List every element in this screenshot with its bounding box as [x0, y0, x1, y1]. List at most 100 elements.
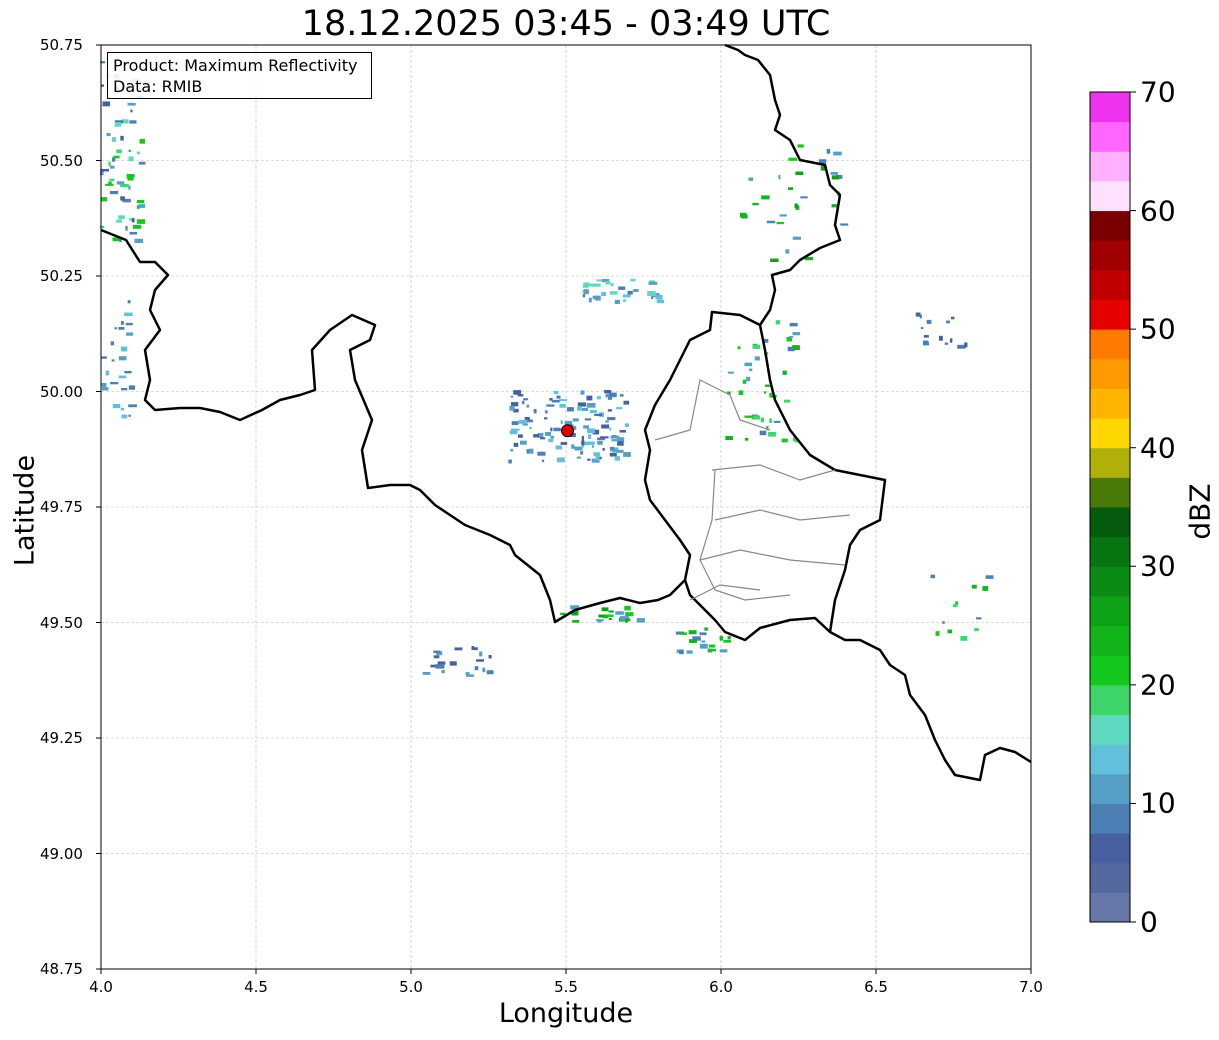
admin-boundary: [689, 584, 761, 601]
echo-cell: [769, 392, 772, 398]
echo-cell: [510, 402, 519, 407]
echo-cell: [611, 439, 619, 442]
echo-cell: [581, 435, 584, 441]
echo-cell: [679, 649, 684, 655]
echo-cell: [749, 368, 753, 372]
echo-cell: [622, 294, 631, 298]
echo-cell: [522, 400, 525, 405]
colorbar-swatch: [1090, 625, 1130, 656]
echo-cell: [118, 326, 125, 330]
echo-cell: [120, 407, 124, 411]
echo-cell: [923, 335, 929, 338]
echo-cell: [576, 456, 581, 459]
y-tick-label: 49.50: [40, 613, 83, 632]
echo-cell: [529, 448, 534, 454]
echo-cell: [689, 639, 697, 643]
echo-cell: [974, 628, 979, 632]
echo-cell: [517, 394, 524, 397]
colorbar-swatch: [1090, 507, 1130, 538]
echo-cell: [768, 431, 776, 437]
x-tick-label: 6.0: [709, 978, 733, 996]
echo-cell: [106, 133, 111, 137]
colorbar-swatch: [1090, 803, 1130, 834]
colorbar-swatch: [1090, 892, 1130, 923]
colorbar-swatch: [1090, 418, 1130, 449]
echo-cell: [592, 283, 601, 287]
echo-cell: [615, 611, 624, 615]
echo-cell: [526, 404, 530, 408]
colorbar-swatch: [1090, 447, 1130, 478]
colorbar-swatch: [1090, 388, 1130, 419]
colorbar-swatch: [1090, 833, 1130, 864]
x-tick-label: 4.5: [244, 978, 268, 996]
colorbar-swatch: [1090, 773, 1130, 804]
echo-cell: [754, 356, 760, 361]
echo-cell: [625, 612, 634, 617]
echo-cell: [126, 173, 134, 179]
echo-cell: [128, 414, 131, 417]
echo-cell: [708, 648, 716, 652]
echo-cell: [919, 314, 922, 319]
echo-cell: [581, 407, 589, 411]
echo-cell: [586, 403, 596, 408]
echo-cell: [111, 157, 116, 162]
echo-cell: [788, 157, 798, 161]
echo-cell: [114, 327, 117, 330]
echo-cell: [540, 437, 546, 440]
echo-cell: [636, 618, 645, 623]
gridlines: [96, 44, 1032, 974]
echo-cell: [595, 455, 600, 461]
echo-cell: [553, 427, 561, 432]
echo-cell: [602, 448, 605, 451]
echo-cell: [125, 322, 133, 326]
echo-cell: [601, 424, 610, 429]
echo-cell: [573, 433, 576, 437]
echo-cell: [647, 291, 656, 296]
x-tick-label: 6.5: [864, 978, 888, 996]
y-tick-label: 50.00: [40, 382, 83, 401]
echo-cell: [976, 617, 982, 620]
echo-cell: [105, 370, 110, 376]
echo-cell: [833, 151, 842, 156]
colorbar-swatch: [1090, 358, 1130, 389]
echo-cell: [524, 416, 530, 420]
data-source-label: Data: RMIB: [113, 77, 203, 96]
echo-cell: [686, 650, 693, 654]
y-tick-label: 49.25: [40, 729, 83, 747]
echo-cell: [596, 396, 601, 400]
echo-cell: [137, 151, 140, 155]
x-tick-label: 7.0: [1019, 978, 1043, 996]
echo-cell: [110, 165, 115, 169]
echo-cell: [121, 346, 128, 352]
echo-cell: [920, 327, 924, 330]
echo-cell: [779, 214, 787, 217]
echo-cell: [559, 399, 568, 402]
echo-cell: [572, 418, 579, 422]
echo-cell: [116, 149, 122, 154]
echo-cell: [479, 651, 483, 657]
radar-site-marker: [561, 424, 575, 438]
colorbar-tick-label: 70: [1140, 75, 1176, 109]
echo-cell: [109, 190, 119, 195]
echo-cell: [101, 387, 109, 391]
colorbar-tick-label: 40: [1140, 431, 1176, 465]
echo-cell: [560, 420, 563, 424]
echo-cell: [584, 418, 592, 421]
echo-cell: [465, 672, 470, 676]
echo-cell: [120, 196, 125, 201]
echo-cell: [550, 427, 553, 432]
echo-cell: [985, 575, 994, 579]
echo-cell: [725, 435, 733, 441]
echo-cell: [623, 452, 631, 457]
echo-cell: [510, 448, 514, 452]
y-tick-label: 49.75: [40, 498, 83, 516]
echo-cell: [625, 618, 628, 623]
echo-cell: [782, 370, 787, 375]
echo-cell: [746, 376, 751, 382]
colorbar-tick-label: 30: [1140, 549, 1176, 583]
echo-cell: [616, 449, 624, 453]
country-border: [100, 43, 842, 624]
echo-cell: [655, 294, 663, 300]
echo-cell: [794, 203, 798, 208]
echo-cell: [938, 335, 943, 341]
